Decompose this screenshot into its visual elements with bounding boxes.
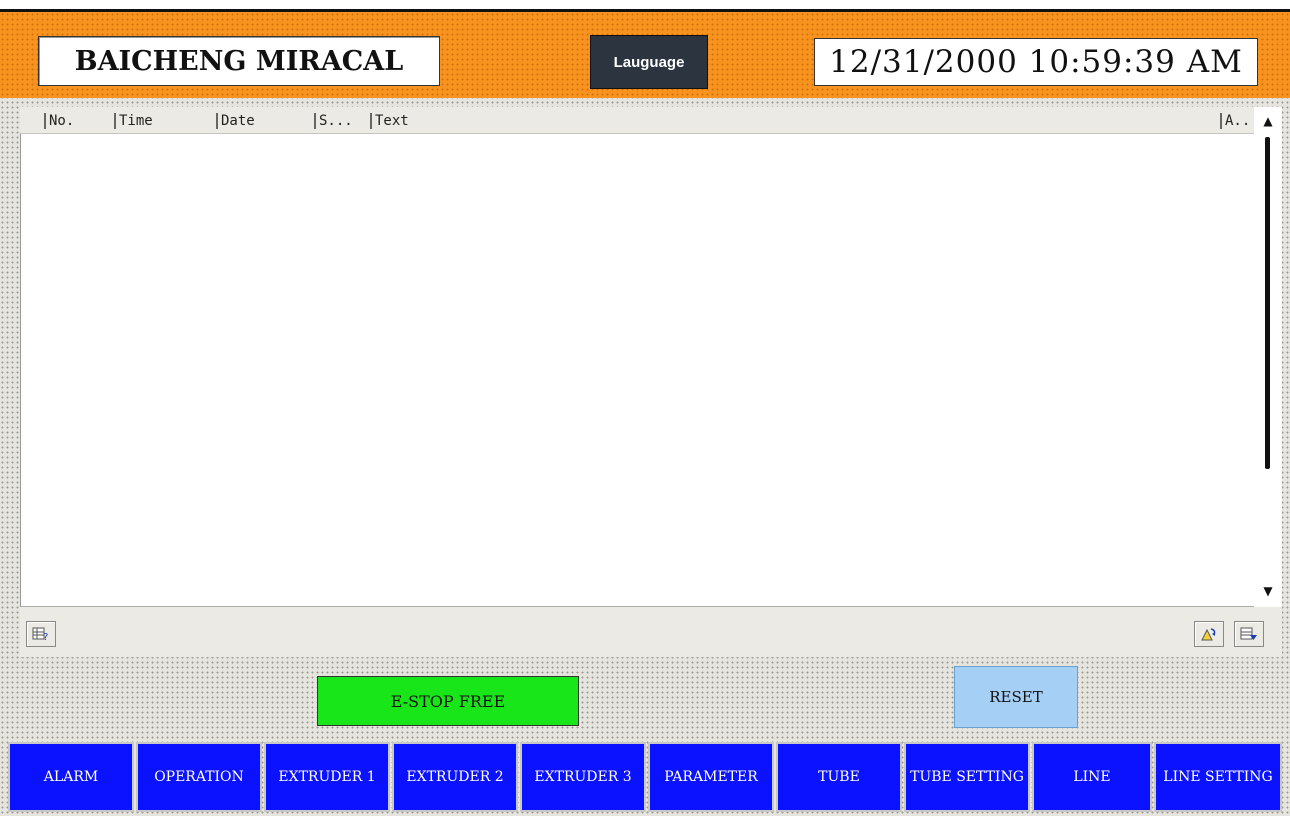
nav-line-setting-button[interactable]: LINE SETTING [1154, 742, 1282, 812]
alarm-toolbar: ? [20, 607, 1282, 657]
top-border [0, 0, 1290, 12]
vertical-scrollbar[interactable]: ▲ ▼ [1254, 107, 1282, 607]
scroll-down-arrow-icon[interactable]: ▼ [1254, 583, 1282, 599]
navigation-bar: ALARM OPERATION EXTRUDER 1 EXTRUDER 2 EX… [8, 742, 1282, 812]
nav-alarm-button[interactable]: ALARM [8, 742, 134, 812]
alarm-filter-button[interactable] [1234, 621, 1264, 647]
estop-status-button[interactable]: E-STOP FREE [317, 676, 579, 726]
column-ack[interactable]: A.. [1220, 113, 1251, 129]
column-status[interactable]: S... [314, 113, 369, 129]
alarm-help-button[interactable]: ? [26, 621, 56, 647]
scroll-up-arrow-icon[interactable]: ▲ [1254, 113, 1282, 129]
alarm-help-icon: ? [32, 627, 48, 642]
nav-extruder-2-button[interactable]: EXTRUDER 2 [392, 742, 518, 812]
svg-text:?: ? [43, 632, 48, 642]
datetime-display: 12/31/2000 10:59:39 AM [814, 38, 1258, 86]
nav-extruder-3-button[interactable]: EXTRUDER 3 [520, 742, 646, 812]
column-time[interactable]: Time [114, 113, 211, 129]
nav-parameter-button[interactable]: PARAMETER [648, 742, 774, 812]
column-text[interactable]: Text [370, 113, 875, 129]
column-date[interactable]: Date [216, 113, 311, 129]
nav-extruder-1-button[interactable]: EXTRUDER 1 [264, 742, 390, 812]
alarm-filter-icon [1240, 627, 1257, 640]
language-button[interactable]: Lauguage [590, 35, 708, 89]
acknowledge-alarm-button[interactable] [1194, 621, 1224, 647]
column-no[interactable]: No. [44, 113, 111, 129]
alarm-view: No. Time Date S... Text A.. ▲ ▼ ? [20, 107, 1282, 657]
header-bar: BAICHENG MIRACAL Lauguage 12/31/2000 10:… [0, 12, 1290, 98]
nav-tube-setting-button[interactable]: TUBE SETTING [904, 742, 1030, 812]
nav-line-button[interactable]: LINE [1032, 742, 1152, 812]
app-title: BAICHENG MIRACAL [38, 36, 440, 86]
nav-operation-button[interactable]: OPERATION [136, 742, 262, 812]
alarm-list[interactable] [20, 134, 1255, 607]
nav-tube-button[interactable]: TUBE [776, 742, 902, 812]
acknowledge-alarm-icon [1201, 628, 1216, 641]
scroll-thumb[interactable] [1265, 137, 1270, 469]
reset-button[interactable]: RESET [954, 666, 1078, 728]
alarm-column-header: No. Time Date S... Text A.. [20, 107, 1254, 134]
